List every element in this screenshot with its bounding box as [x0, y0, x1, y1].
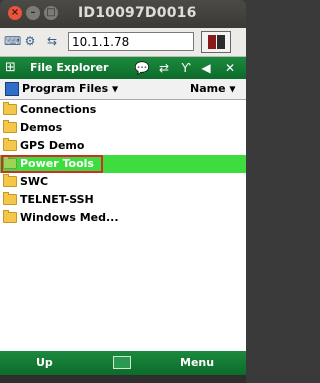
item-name: GPS Demo	[20, 139, 85, 152]
path-bar: Program Files ▼ Name ▼	[0, 79, 246, 100]
device-icon	[5, 82, 19, 96]
signal-off-icon[interactable]: Ƴ	[178, 60, 194, 76]
close-icon[interactable]: ✕	[222, 60, 238, 76]
list-item[interactable]: GPS Demo	[0, 137, 246, 155]
volume-icon[interactable]: ◀	[198, 60, 214, 76]
sort-dropdown[interactable]: Name ▼	[190, 82, 236, 95]
softkey-bar: Up Menu	[0, 351, 246, 375]
window-minimize-button[interactable]: –	[26, 6, 40, 20]
up-softkey[interactable]: Up	[36, 356, 53, 369]
item-name: Windows Med...	[20, 211, 119, 224]
record-button[interactable]	[201, 31, 231, 53]
emulator-window: × – □ ID10097D0016 ⌨ ⚙ ⇆ 10.1.1.78 ⊞ Fil…	[0, 0, 246, 383]
pause-bar-icon	[217, 35, 225, 49]
menu-softkey[interactable]: Menu	[180, 356, 214, 369]
windows-logo-icon[interactable]: ⊞	[5, 60, 23, 76]
item-name: SWC	[20, 175, 49, 188]
chevron-down-icon: ▼	[229, 84, 236, 94]
folder-icon	[3, 138, 17, 151]
list-item[interactable]: Windows Med...	[0, 209, 246, 227]
highlight-box	[1, 155, 103, 173]
list-item[interactable]: TELNET-SSH	[0, 191, 246, 209]
chat-icon[interactable]: 💬	[134, 60, 150, 76]
list-item[interactable]: Demos	[0, 119, 246, 137]
settings-icon[interactable]: ⚙	[22, 33, 38, 49]
item-name: TELNET-SSH	[20, 193, 94, 206]
sync-icon[interactable]: ⇄	[156, 60, 172, 76]
window-title: ID10097D0016	[78, 5, 197, 21]
connect-icon[interactable]: ⇆	[44, 33, 60, 49]
folder-icon	[3, 192, 17, 205]
folder-icon	[3, 120, 17, 133]
emulator-toolbar: ⌨ ⚙ ⇆ 10.1.1.78	[0, 28, 246, 57]
folder-icon	[3, 210, 17, 223]
list-item-selected[interactable]: Power Tools	[0, 155, 246, 173]
chevron-down-icon: ▼	[111, 84, 119, 94]
keyboard-icon[interactable]	[113, 356, 131, 369]
window-close-button[interactable]: ×	[8, 6, 22, 20]
window-titlebar: × – □ ID10097D0016	[0, 0, 246, 28]
item-name: Connections	[20, 103, 97, 116]
device-screen: ⊞ File Explorer 💬 ⇄ Ƴ ◀ ✕ Program Files …	[0, 57, 246, 375]
folder-icon	[3, 102, 17, 115]
list-item[interactable]: SWC	[0, 173, 246, 191]
window-maximize-button[interactable]: □	[44, 6, 58, 20]
record-bar-icon	[208, 35, 216, 49]
app-title-bar: ⊞ File Explorer 💬 ⇄ Ƴ ◀ ✕	[0, 57, 246, 79]
list-item[interactable]: Connections	[0, 101, 246, 119]
folder-icon	[3, 174, 17, 187]
file-list: Connections Demos GPS Demo Power Tools S…	[0, 101, 246, 227]
app-title: File Explorer	[30, 61, 109, 74]
keyboard-icon[interactable]: ⌨	[4, 33, 21, 49]
ip-address-field[interactable]: 10.1.1.78	[68, 32, 194, 51]
item-name: Demos	[20, 121, 63, 134]
folder-dropdown[interactable]: Program Files ▼	[22, 82, 118, 95]
